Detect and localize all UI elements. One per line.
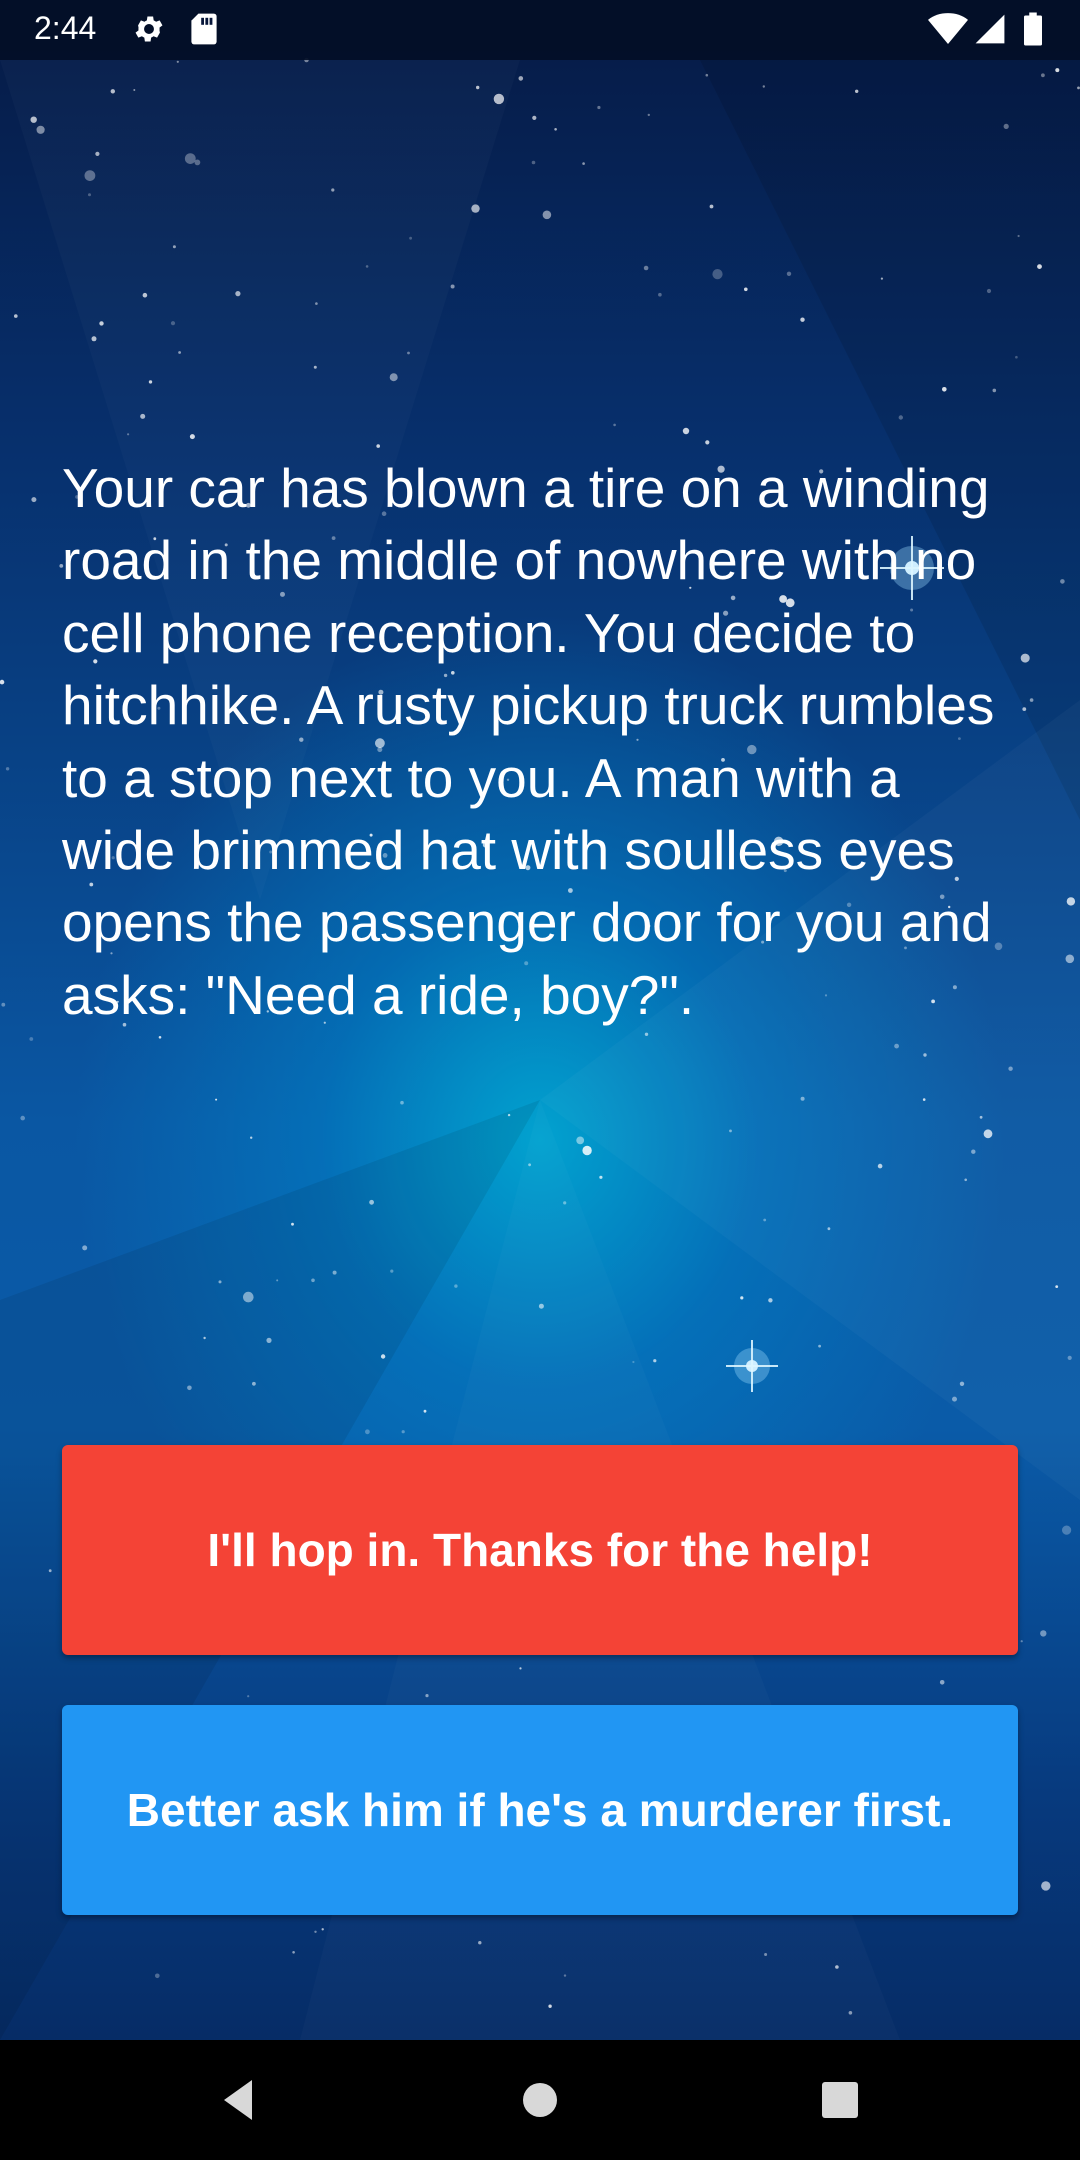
wifi-icon <box>928 12 968 51</box>
story-text: Your car has blown a tire on a winding r… <box>62 457 995 1026</box>
navigation-bar <box>0 2040 1080 2160</box>
settings-gear-icon <box>132 12 166 51</box>
status-bar: 2:44 <box>0 0 1080 60</box>
home-circle-icon[interactable] <box>510 2070 570 2130</box>
choice-ask-murderer-button[interactable]: Better ask him if he's a murderer first. <box>62 1705 1018 1915</box>
status-time: 2:44 <box>34 10 97 46</box>
cell-signal-icon <box>974 12 1006 51</box>
sd-card-icon <box>190 12 218 51</box>
battery-icon <box>1024 12 1042 51</box>
recents-square-icon[interactable] <box>810 2070 870 2130</box>
back-triangle-icon[interactable] <box>208 2070 268 2130</box>
sparkle-2 <box>726 1340 778 1392</box>
screen: 2:44 Your car has blown a tire on a wind… <box>0 0 1080 2160</box>
choice-hop-in-button[interactable]: I'll hop in. Thanks for the help! <box>62 1445 1018 1655</box>
